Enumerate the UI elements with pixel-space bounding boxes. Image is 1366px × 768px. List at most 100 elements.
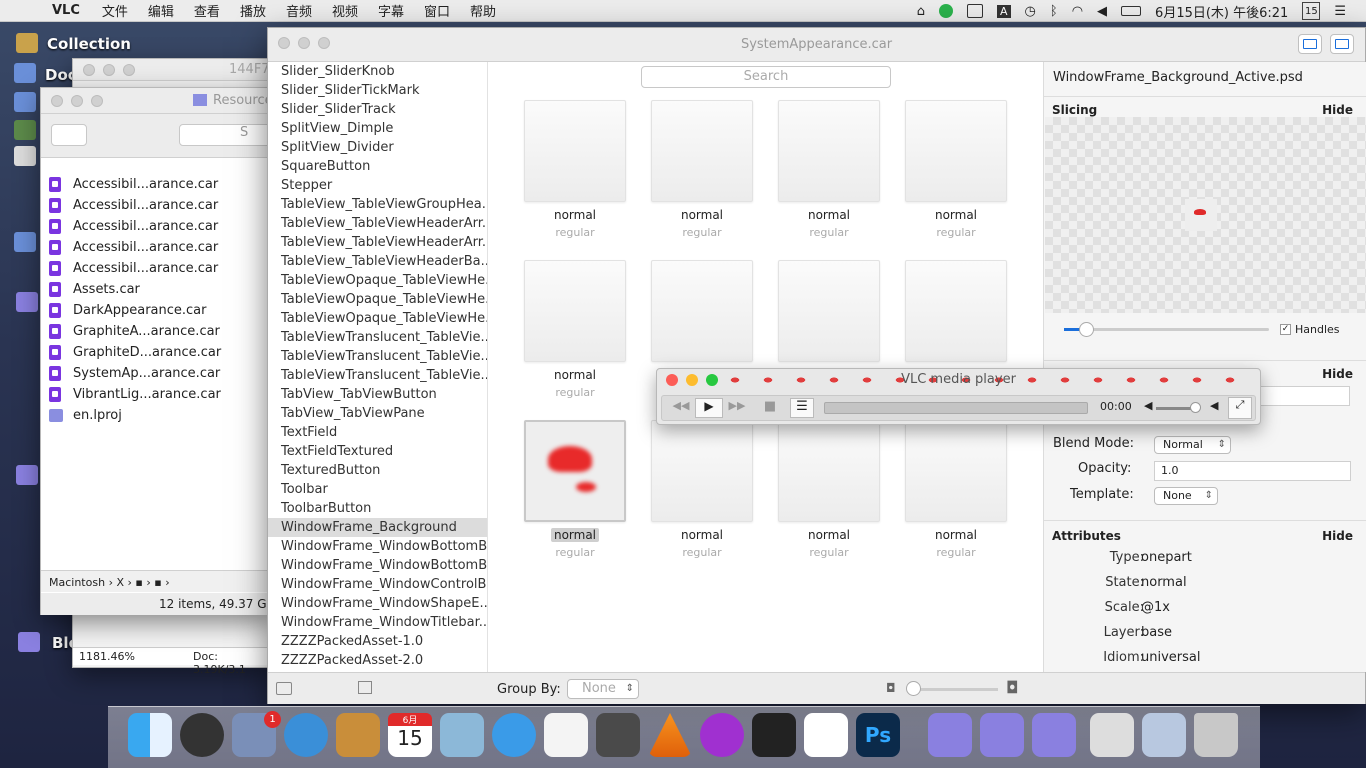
list-item[interactable]: GraphiteA...arance.car (41, 321, 271, 342)
asset-list-item[interactable]: WindowFrame_WindowBottomB... (268, 556, 487, 575)
asset-list-item[interactable]: ToolbarButton (268, 499, 487, 518)
applications-folder-icon[interactable] (928, 713, 972, 757)
menu-playback[interactable]: 播放 (240, 1, 266, 20)
small-camera-icon[interactable]: ◘ (886, 681, 896, 695)
desktop-collection-label[interactable]: Collection (47, 35, 131, 53)
asset-thumbnail[interactable] (905, 420, 1007, 522)
opacity-field[interactable]: 1.0 (1154, 461, 1351, 481)
asset-list-item[interactable]: SquareButton (268, 157, 487, 176)
asset-cell[interactable]: normal regular (905, 420, 1007, 559)
asset-thumbnail[interactable] (778, 260, 880, 362)
terminal-icon[interactable] (752, 713, 796, 757)
menu-help[interactable]: 帮助 (470, 1, 496, 20)
volume-icon[interactable]: ◀ (1097, 4, 1107, 19)
large-camera-icon[interactable]: ◘ (1006, 678, 1019, 697)
asset-list-item[interactable]: ZZZZPackedAsset-2.0 (268, 651, 487, 670)
asset-list-item[interactable]: SplitView_Divider (268, 138, 487, 157)
asset-list-item[interactable]: TableView_TableViewGroupHea... (268, 195, 487, 214)
window-icon[interactable] (967, 4, 984, 18)
menu-app-name[interactable]: VLC (52, 3, 80, 18)
safari-icon[interactable] (284, 713, 328, 757)
calendar-icon[interactable]: 15 (1302, 2, 1321, 20)
vlc-icon[interactable] (648, 713, 692, 757)
asset-thumbnail[interactable] (651, 260, 753, 362)
font-a-icon[interactable]: A (997, 4, 1011, 18)
asset-thumbnail[interactable] (651, 100, 753, 202)
menu-video[interactable]: 视频 (332, 1, 358, 20)
drive-icon[interactable] (14, 63, 36, 83)
finder-window[interactable]: Resource S Accessibil...arance.car Acces… (40, 87, 286, 615)
view-options-button[interactable] (51, 124, 87, 146)
asset-list-item[interactable]: WindowFrame_WindowTitlebar... (268, 613, 487, 632)
itunes-icon[interactable] (492, 713, 536, 757)
list-item[interactable]: GraphiteD...arance.car (41, 342, 271, 363)
toggle-left-panel-button[interactable] (1298, 34, 1322, 54)
menu-audio[interactable]: 音频 (286, 1, 312, 20)
menu-subtitle[interactable]: 字幕 (378, 1, 404, 20)
preview-icon[interactable] (440, 713, 484, 757)
asset-cell[interactable]: normal regular (778, 420, 880, 559)
finder-icon[interactable] (128, 713, 172, 757)
folder-icon-1[interactable] (16, 292, 38, 312)
asset-cell[interactable]: normal regular (651, 100, 753, 239)
image-hide-button[interactable]: Hide (1322, 367, 1353, 381)
asset-list-item[interactable]: WindowFrame_WindowBottomB... (268, 537, 487, 556)
list-item[interactable]: Accessibil...arance.car (41, 174, 271, 195)
playlist-button[interactable]: ☰ (790, 398, 814, 418)
asset-list-item[interactable]: Slider_SliderTickMark (268, 81, 487, 100)
drive-icon-3[interactable] (14, 232, 36, 252)
toggle-right-panel-button[interactable] (1330, 34, 1354, 54)
list-item[interactable]: SystemAp...arance.car (41, 363, 271, 384)
asset-thumbnail[interactable] (524, 420, 626, 522)
thumbnail-size-knob[interactable] (906, 681, 921, 696)
green-circle-icon[interactable] (939, 4, 954, 18)
slicing-hide-button[interactable]: Hide (1322, 103, 1353, 117)
time-machine-icon[interactable]: ◷ (1025, 4, 1036, 19)
play-button[interactable]: ▶ (695, 398, 723, 418)
asset-list-item[interactable]: Stepper (268, 176, 487, 195)
asset-list-item[interactable]: ZZZZPackedAsset-1.0 (268, 632, 487, 651)
folder-icon-3[interactable] (18, 632, 40, 652)
folder-icon-2[interactable] (16, 465, 38, 485)
zoom-slider-knob[interactable] (1079, 322, 1094, 337)
asset-thumbnail[interactable] (651, 420, 753, 522)
calendar-icon[interactable]: 6月 15 (388, 713, 432, 757)
asset-list-item[interactable]: TableViewOpaque_TableViewHe... (268, 271, 487, 290)
fullscreen-button[interactable]: ⤢ (1228, 397, 1252, 419)
seek-bar[interactable] (824, 402, 1088, 414)
asset-cell[interactable]: normal regular (778, 100, 880, 239)
menu-file[interactable]: 文件 (102, 1, 128, 20)
attributes-hide-button[interactable]: Hide (1322, 529, 1353, 543)
stack-icon[interactable] (358, 681, 372, 694)
list-item[interactable]: Accessibil...arance.car (41, 195, 271, 216)
thumbnail-size-slider[interactable] (910, 688, 998, 691)
asset-thumbnail[interactable] (905, 100, 1007, 202)
menu-window[interactable]: 窗口 (424, 1, 450, 20)
asset-thumbnail[interactable] (778, 420, 880, 522)
asset-list-item[interactable]: WindowFrame_WindowControlB... (268, 575, 487, 594)
asset-cell[interactable]: normal regular (905, 100, 1007, 239)
path-x[interactable]: X (116, 576, 124, 589)
handles-checkbox[interactable]: ✓ (1280, 324, 1291, 335)
list-item[interactable]: Accessibil...arance.car (41, 237, 271, 258)
asset-cell[interactable]: normal regular (524, 260, 626, 399)
asset-list-item[interactable]: TableView_TableViewHeaderArr... (268, 214, 487, 233)
battery-icon[interactable] (1121, 6, 1142, 16)
sublime-icon[interactable] (596, 713, 640, 757)
asset-list-item[interactable]: WindowFrame_WindowShapeE... (268, 594, 487, 613)
search-input[interactable]: Search (641, 66, 891, 88)
menu-edit[interactable]: 编辑 (148, 1, 174, 20)
asset-list-item[interactable]: TextField (268, 423, 487, 442)
contacts-icon[interactable] (336, 713, 380, 757)
asset-list-item[interactable]: TabView_TabViewPane (268, 404, 487, 423)
photoshop-icon[interactable]: Ps (856, 713, 900, 757)
mute-icon[interactable]: ◀ (1144, 399, 1152, 412)
asset-list-item[interactable]: TexturedButton (268, 461, 487, 480)
photo-stack-icon[interactable] (1142, 713, 1186, 757)
asset-cell[interactable]: normal regular (524, 100, 626, 239)
asset-list-item[interactable]: Slider_SliderKnob (268, 62, 487, 81)
asset-list-item[interactable]: TextFieldTextured (268, 442, 487, 461)
blend-mode-popup[interactable]: Normal (1154, 436, 1231, 454)
menu-view[interactable]: 查看 (194, 1, 220, 20)
zoom-slider[interactable] (1064, 322, 1269, 337)
